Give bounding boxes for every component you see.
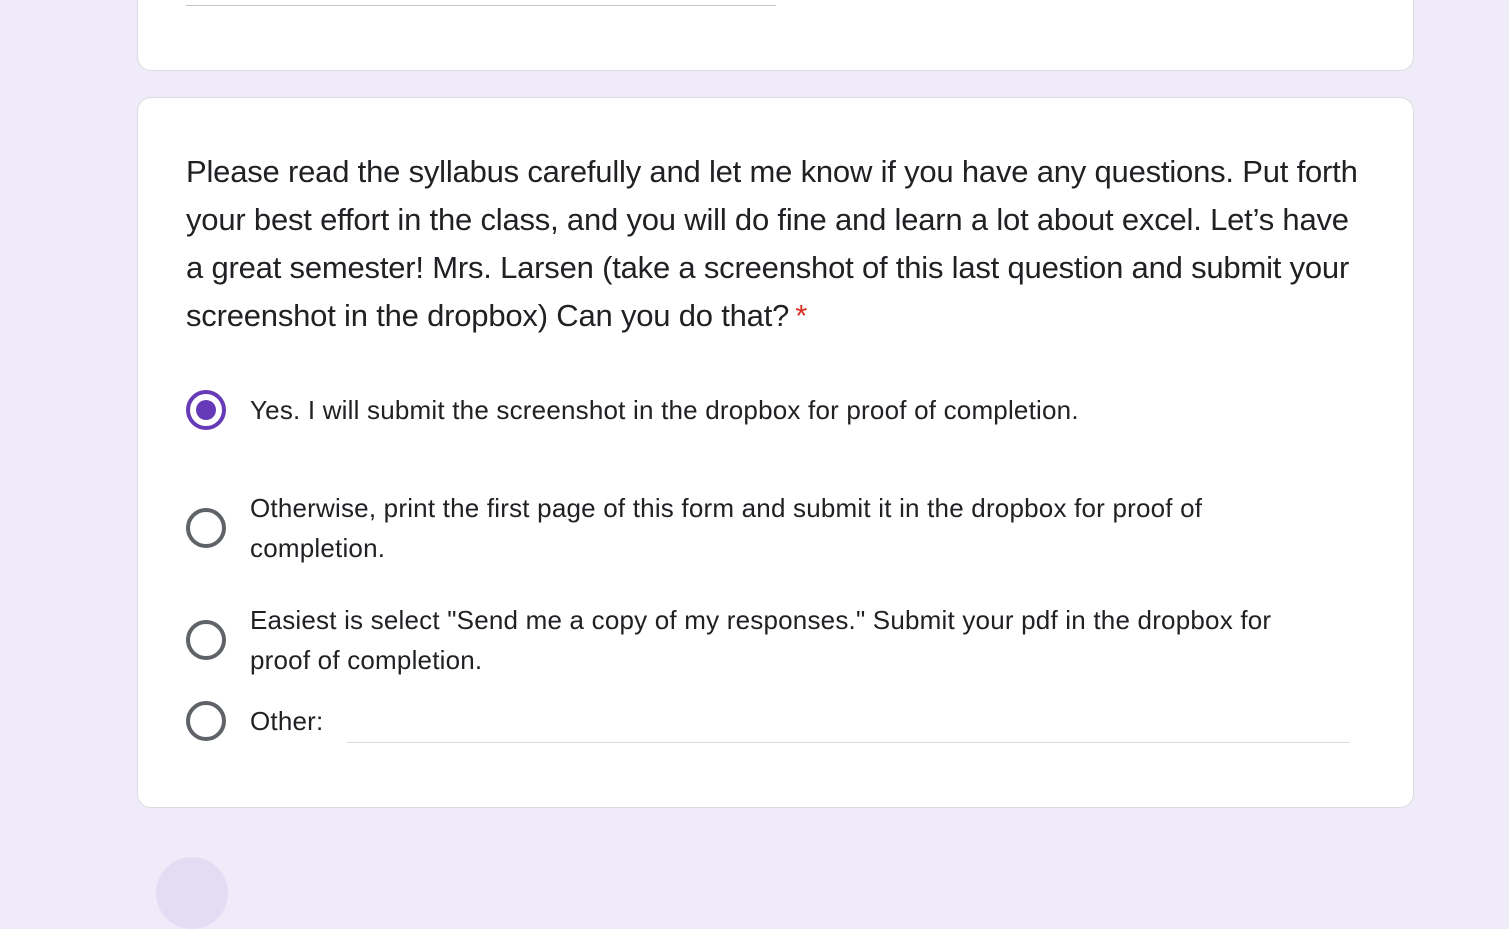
previous-question-card [137,0,1414,71]
radio-option-print[interactable]: Otherwise, print the first page of this … [186,488,1366,568]
radio-option-send-copy[interactable]: Easiest is select "Send me a copy of my … [186,600,1366,680]
radio-option-label[interactable]: Yes. I will submit the screenshot in the… [250,390,1320,430]
radio-button[interactable] [186,620,226,660]
radio-button[interactable] [186,700,226,741]
required-asterisk: * [795,298,808,333]
avatar [156,857,228,929]
radio-option-label[interactable]: Easiest is select "Send me a copy of my … [250,600,1320,680]
radio-button[interactable] [186,508,226,548]
radio-button-checked[interactable] [186,390,226,430]
question-title: Please read the syllabus carefully and l… [186,148,1366,340]
radio-selected-dot [196,400,216,420]
question-text: Please read the syllabus carefully and l… [186,154,1358,333]
other-label[interactable]: Other: [250,701,323,741]
other-text-input[interactable] [347,702,1351,743]
question-card: Please read the syllabus carefully and l… [137,97,1414,808]
radio-option-label[interactable]: Otherwise, print the first page of this … [250,488,1320,568]
radio-option-other[interactable]: Other: [186,698,1366,743]
radio-option-yes[interactable]: Yes. I will submit the screenshot in the… [186,390,1366,430]
previous-answer-underline [186,5,776,6]
